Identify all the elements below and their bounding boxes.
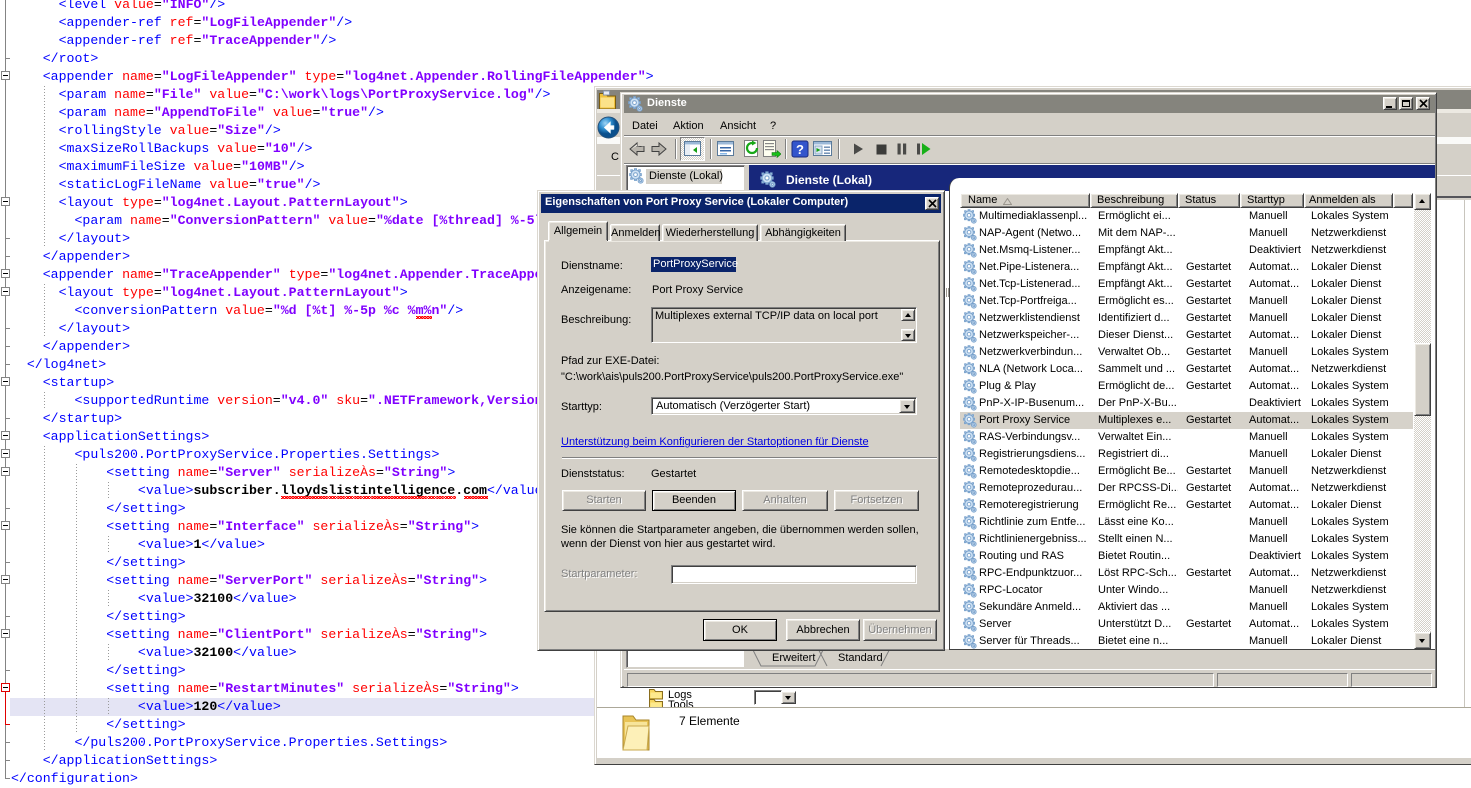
svg-text:?: ? [796, 142, 804, 157]
